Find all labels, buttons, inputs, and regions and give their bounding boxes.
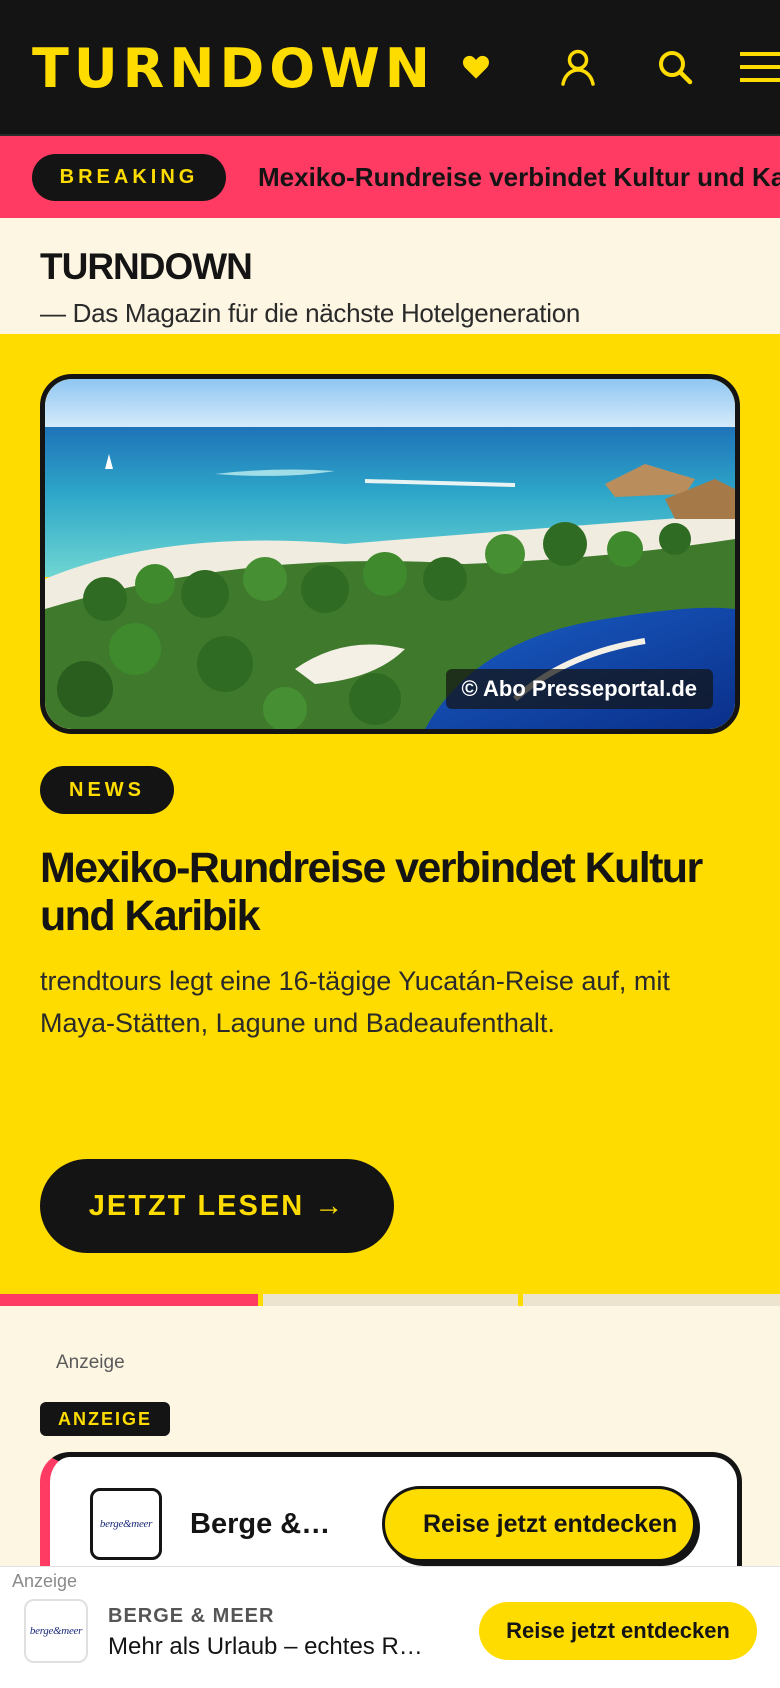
read-now-button[interactable]: JETZT LESEN → (40, 1159, 394, 1253)
breaking-news-bar[interactable]: BREAKING Mexiko-Rundreise verbindet Kult… (0, 136, 780, 218)
sticky-logo-text: berge&meer (29, 1625, 83, 1637)
hero-slide: © Abo Presseportal.de NEWS Mexiko-Rundre… (0, 334, 780, 1294)
masthead: TURNDOWN — Das Magazin für die nächste H… (0, 218, 780, 334)
sticky-ad-cta-button[interactable]: Reise jetzt entdecken (479, 1602, 757, 1660)
menu-icon[interactable] (738, 42, 780, 92)
sticky-advertiser-brand: BERGE & MEER (108, 1605, 275, 1627)
ad-cta-button[interactable]: Reise jetzt entdecken (382, 1486, 696, 1562)
article-headline[interactable]: Mexiko-Rundreise verbindet Kultur und Ka… (40, 844, 720, 940)
user-icon[interactable] (553, 42, 603, 92)
article-teaser: trendtours legt eine 16-tägige Yucatán-R… (40, 966, 670, 1038)
slider-segment[interactable] (523, 1294, 780, 1306)
sticky-ad-title: Mehr als Urlaub – echtes Reiseglück (108, 1633, 428, 1660)
slider-segment[interactable] (263, 1294, 518, 1306)
sticky-ad-label: Anzeige (12, 1571, 78, 1591)
hero-image[interactable]: © Abo Presseportal.de (40, 374, 740, 734)
sticky-ad-banner[interactable]: Anzeige berge&meer BERGE & MEER Mehr als… (0, 1566, 780, 1688)
masthead-subtitle: — Das Magazin für die nächste Hotelgener… (40, 298, 581, 328)
category-tag[interactable]: NEWS (40, 766, 174, 814)
site-logo[interactable]: TURNDOWN (32, 36, 435, 102)
advertiser-name: Berge & Meer (190, 1508, 335, 1540)
image-credit: © Abo Presseportal.de (445, 669, 713, 709)
ad-label: Anzeige (56, 1352, 125, 1373)
slider-segment-active[interactable] (0, 1294, 258, 1306)
heart-icon[interactable] (451, 42, 501, 92)
advertiser-logo[interactable]: berge&meer (90, 1488, 162, 1560)
slider-progress (0, 1294, 780, 1306)
ad-badge: ANZEIGE (40, 1402, 170, 1436)
site-header: TURNDOWN (0, 0, 780, 136)
masthead-title: TURNDOWN (40, 246, 253, 287)
breaking-ticker-text[interactable]: Mexiko-Rundreise verbindet Kultur und Ka… (258, 160, 780, 194)
advertiser-logo-text: berge&meer (99, 1518, 153, 1530)
sticky-advertiser-logo: berge&meer (24, 1599, 88, 1663)
breaking-badge: BREAKING (32, 154, 226, 201)
search-icon[interactable] (650, 42, 700, 92)
